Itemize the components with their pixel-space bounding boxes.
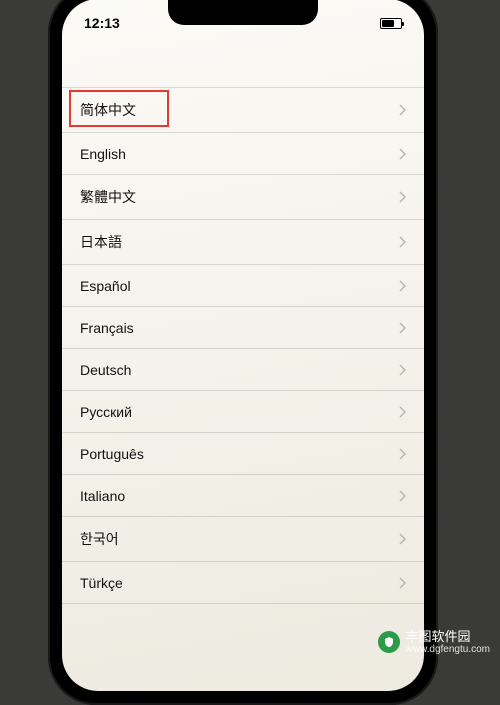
- language-item[interactable]: Italiano: [62, 475, 424, 517]
- chevron-right-icon: [399, 406, 406, 418]
- language-item[interactable]: Español: [62, 265, 424, 307]
- chevron-right-icon: [399, 280, 406, 292]
- battery-icon: [380, 18, 402, 29]
- language-item[interactable]: Français: [62, 307, 424, 349]
- language-item[interactable]: Türkçe: [62, 562, 424, 604]
- chevron-right-icon: [399, 148, 406, 160]
- chevron-right-icon: [399, 533, 406, 545]
- status-right: [342, 18, 402, 29]
- language-item[interactable]: 简体中文: [62, 87, 424, 133]
- notch: [168, 0, 318, 25]
- chevron-right-icon: [399, 236, 406, 248]
- watermark: 丰图软件园 www.dgfengtu.com: [378, 630, 491, 655]
- language-label: English: [80, 146, 126, 162]
- chevron-right-icon: [399, 448, 406, 460]
- language-label: 简体中文: [80, 100, 136, 120]
- chevron-right-icon: [399, 191, 406, 203]
- chevron-right-icon: [399, 104, 406, 116]
- watermark-url: www.dgfengtu.com: [406, 644, 491, 655]
- language-item[interactable]: 日本語: [62, 220, 424, 265]
- language-label: Türkçe: [80, 575, 123, 591]
- status-time: 12:13: [84, 15, 144, 31]
- chevron-right-icon: [399, 490, 406, 502]
- language-label: Português: [80, 446, 144, 462]
- watermark-title: 丰图软件园: [406, 630, 491, 644]
- phone-screen: 12:13 简体中文 English 繁體中文日本語 Español Français D…: [62, 0, 424, 691]
- language-label: Français: [80, 320, 134, 336]
- language-label: 日本語: [80, 232, 122, 252]
- language-item[interactable]: 繁體中文: [62, 175, 424, 220]
- language-item[interactable]: Русский: [62, 391, 424, 433]
- chevron-right-icon: [399, 577, 406, 589]
- language-label: 한국어: [80, 529, 119, 549]
- watermark-logo-icon: [378, 631, 400, 653]
- language-label: 繁體中文: [80, 187, 136, 207]
- chevron-right-icon: [399, 322, 406, 334]
- language-list: 简体中文 English 繁體中文日本語 Español Français Deutsch…: [62, 37, 424, 604]
- language-label: Deutsch: [80, 362, 131, 378]
- language-item[interactable]: Deutsch: [62, 349, 424, 391]
- chevron-right-icon: [399, 364, 406, 376]
- language-label: Русский: [80, 404, 132, 420]
- phone-frame: 12:13 简体中文 English 繁體中文日本語 Español Français D…: [48, 0, 438, 705]
- language-label: Español: [80, 278, 131, 294]
- language-label: Italiano: [80, 488, 125, 504]
- language-item[interactable]: 한국어: [62, 517, 424, 562]
- language-item[interactable]: Português: [62, 433, 424, 475]
- language-item[interactable]: English: [62, 133, 424, 175]
